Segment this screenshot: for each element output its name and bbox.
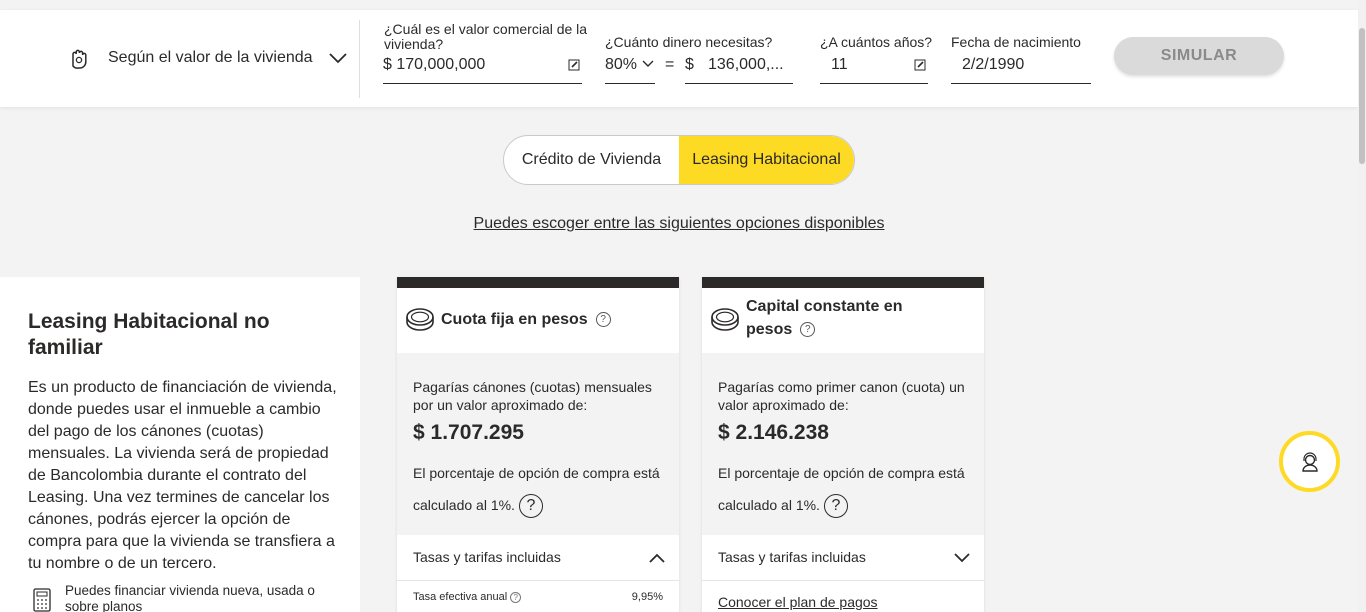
coin-icon <box>711 308 739 331</box>
product-info-description: Es un producto de financiación de vivien… <box>28 379 337 572</box>
support-agent-icon <box>1301 451 1318 472</box>
loan-amount-underline <box>685 83 793 84</box>
chevron-down-icon <box>954 553 970 563</box>
card-header: Capital constante en pesos? <box>702 288 984 353</box>
currency-symbol: $ <box>685 56 694 73</box>
card-amount: $ 1.707.295 <box>413 421 524 444</box>
card-title-text: Cuota fija en pesos <box>441 311 588 328</box>
product-info-note: Puedes financiar vivienda nueva, usada o… <box>65 583 315 612</box>
rates-accordion-label: Tasas y tarifas incluidas <box>413 549 561 565</box>
available-options-link[interactable]: Puedes escoger entre las siguientes opci… <box>0 215 1358 233</box>
help-icon[interactable]: ? <box>510 591 522 603</box>
help-icon[interactable]: ? <box>800 322 816 338</box>
edit-icon[interactable] <box>914 59 926 71</box>
rate-row-value: 9,95% <box>631 591 663 603</box>
hand-icon <box>72 49 87 69</box>
card-header: Cuota fija en pesos? <box>397 288 679 353</box>
scrollbar-thumb[interactable] <box>1359 28 1365 164</box>
years-underline <box>820 83 928 84</box>
years-input[interactable]: 11 <box>831 56 848 74</box>
chevron-up-icon <box>649 553 665 563</box>
birth-date-input[interactable]: 2/2/1990 <box>962 56 1024 74</box>
payment-plan-link[interactable]: Conocer el plan de pagos <box>718 594 878 610</box>
card-title: Cuota fija en pesos? <box>441 308 611 331</box>
loan-amount-input[interactable]: 136,000,... <box>708 56 784 74</box>
birth-date-underline <box>951 83 1091 84</box>
product-info-card: Leasing Habitacional no familiar Es un p… <box>0 277 360 612</box>
simulator-header: Según el valor de la vivienda ¿Cuál es e… <box>0 10 1358 107</box>
property-value-input[interactable]: $ 170,000,000 <box>383 56 485 74</box>
card-title: Capital constante en pesos? <box>746 295 946 341</box>
support-chat-button[interactable] <box>1279 431 1340 492</box>
card-description: Pagarías como primer canon (cuota) un va… <box>718 379 965 413</box>
card-purchase-option: El porcentaje de opción de compra está c… <box>718 457 968 521</box>
card-top-bar <box>702 277 984 288</box>
loan-percent-underline <box>605 83 655 84</box>
rates-accordion-label: Tasas y tarifas incluidas <box>718 549 866 565</box>
rate-row: Tasa efectiva anual? 9,95% <box>397 581 679 612</box>
rates-accordion[interactable]: Tasas y tarifas incluidas <box>702 535 984 581</box>
payment-plan-row: Conocer el plan de pagos <box>702 581 984 612</box>
property-value-underline <box>383 83 582 84</box>
product-info-title: Leasing Habitacional no familiar <box>28 310 270 359</box>
page-scrollbar[interactable] <box>1358 0 1366 612</box>
card-purchase-option: El porcentaje de opción de compra está c… <box>413 457 663 521</box>
help-icon[interactable]: ? <box>518 494 543 519</box>
years-label: ¿A cuántos años? <box>820 34 933 50</box>
simulate-button[interactable]: SIMULAR <box>1114 37 1284 75</box>
rates-accordion[interactable]: Tasas y tarifas incluidas <box>397 535 679 581</box>
card-description: Pagarías cánones (cuotas) mensuales por … <box>413 379 652 413</box>
loan-percent-select[interactable]: 80% <box>605 56 637 74</box>
calculator-icon <box>33 588 51 612</box>
card-top-bar <box>397 277 679 288</box>
tab-leasing-habitacional[interactable]: Leasing Habitacional <box>679 136 854 184</box>
tab-credito-vivienda[interactable]: Crédito de Vivienda <box>504 136 679 184</box>
card-title-text: Capital constante en pesos <box>746 298 903 338</box>
coin-icon <box>406 308 434 331</box>
product-type-toggle: Crédito de Vivienda Leasing Habitacional <box>503 135 855 185</box>
simulation-mode-label: Según el valor de la vivienda <box>108 49 313 66</box>
card-summary: Pagarías cánones (cuotas) mensuales por … <box>397 353 679 535</box>
help-icon[interactable]: ? <box>595 312 611 328</box>
rate-row-label-text: Tasa efectiva anual <box>413 591 508 603</box>
chevron-down-icon <box>642 60 654 67</box>
card-summary: Pagarías como primer canon (cuota) un va… <box>702 353 984 535</box>
option-card-cuota-fija: Cuota fija en pesos? Pagarías cánones (c… <box>397 277 679 612</box>
simulation-mode-selector[interactable]: Según el valor de la vivienda <box>64 44 347 72</box>
option-card-capital-constante: Capital constante en pesos? Pagarías com… <box>702 277 984 612</box>
chevron-down-icon <box>328 53 347 64</box>
card-amount: $ 2.146.238 <box>718 421 829 444</box>
property-value-label: ¿Cuál es el valor comercial de la vivien… <box>384 21 588 52</box>
edit-icon[interactable] <box>568 59 580 71</box>
rate-row-label: Tasa efectiva anual? <box>413 591 522 603</box>
help-icon[interactable]: ? <box>823 494 848 519</box>
loan-amount-label: ¿Cuánto dinero necesitas? <box>605 34 773 50</box>
equals-sign: = <box>665 56 675 73</box>
birth-date-label: Fecha de nacimiento <box>951 34 1081 50</box>
header-divider <box>359 20 360 98</box>
